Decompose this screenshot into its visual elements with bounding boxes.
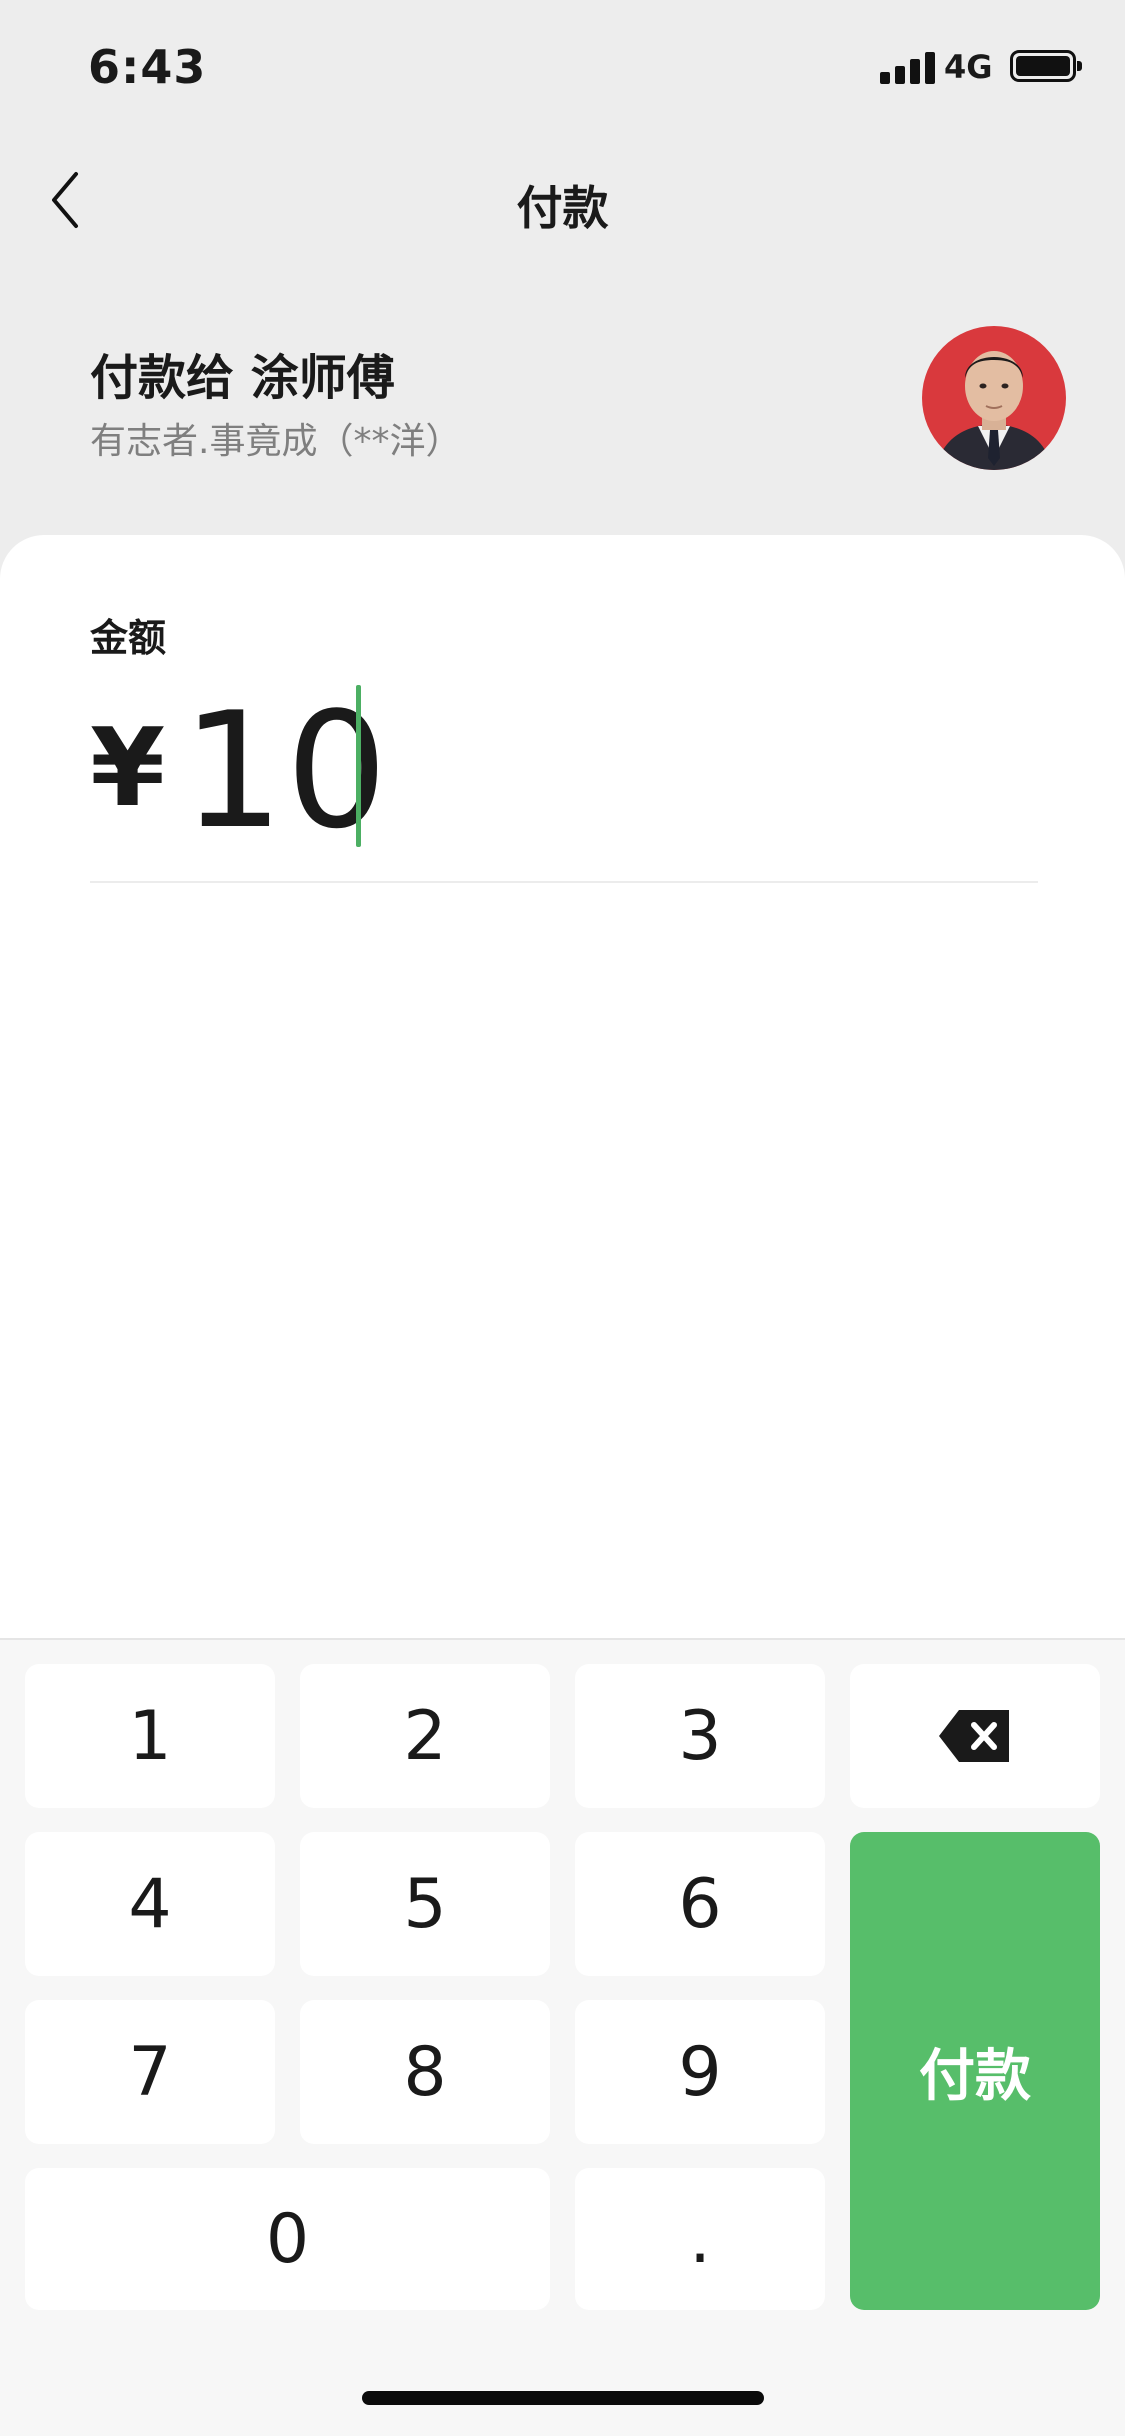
amount-divider	[90, 881, 1038, 883]
backspace-button[interactable]	[850, 1664, 1100, 1808]
key-4[interactable]: 4	[25, 1832, 275, 1976]
home-indicator	[362, 2391, 764, 2405]
page-title: 付款	[516, 181, 609, 235]
key-8[interactable]: 8	[300, 2000, 550, 2144]
key-9[interactable]: 9	[575, 2000, 825, 2144]
key-1[interactable]: 1	[25, 1664, 275, 1808]
status-bar: 6:43 4G	[0, 0, 1125, 135]
key-0[interactable]: 0	[25, 2168, 550, 2310]
key-7[interactable]: 7	[25, 2000, 275, 2144]
nav-bar: 付款	[0, 150, 1125, 250]
text-cursor	[356, 685, 361, 847]
key-2[interactable]: 2	[300, 1664, 550, 1808]
key-6[interactable]: 6	[575, 1832, 825, 1976]
key-5[interactable]: 5	[300, 1832, 550, 1976]
network-label: 4G	[944, 48, 993, 86]
payee-info: 付款给 涂师傅 有志者.事竟成（**洋）	[0, 320, 1125, 480]
avatar[interactable]	[922, 326, 1066, 470]
numeric-keypad: 1 2 3 4 5 6 付款 7 8 9 0 .	[0, 1638, 1125, 2436]
pay-button[interactable]: 付款	[850, 1832, 1100, 2310]
currency-symbol: ¥	[90, 706, 166, 831]
status-time: 6:43	[88, 40, 207, 94]
payee-name: 付款给 涂师傅	[90, 350, 395, 406]
key-decimal[interactable]: .	[575, 2168, 825, 2310]
key-3[interactable]: 3	[575, 1664, 825, 1808]
battery-icon	[1010, 50, 1082, 82]
payee-subtitle: 有志者.事竟成（**洋）	[90, 421, 462, 462]
amount-input[interactable]: ¥ 10	[90, 685, 1040, 851]
avatar-portrait	[922, 326, 1066, 470]
signal-icon	[880, 52, 936, 84]
amount-card: 金额 ¥ 10	[0, 535, 1125, 1655]
amount-label: 金额	[90, 616, 167, 660]
backspace-icon	[939, 1710, 1009, 1762]
